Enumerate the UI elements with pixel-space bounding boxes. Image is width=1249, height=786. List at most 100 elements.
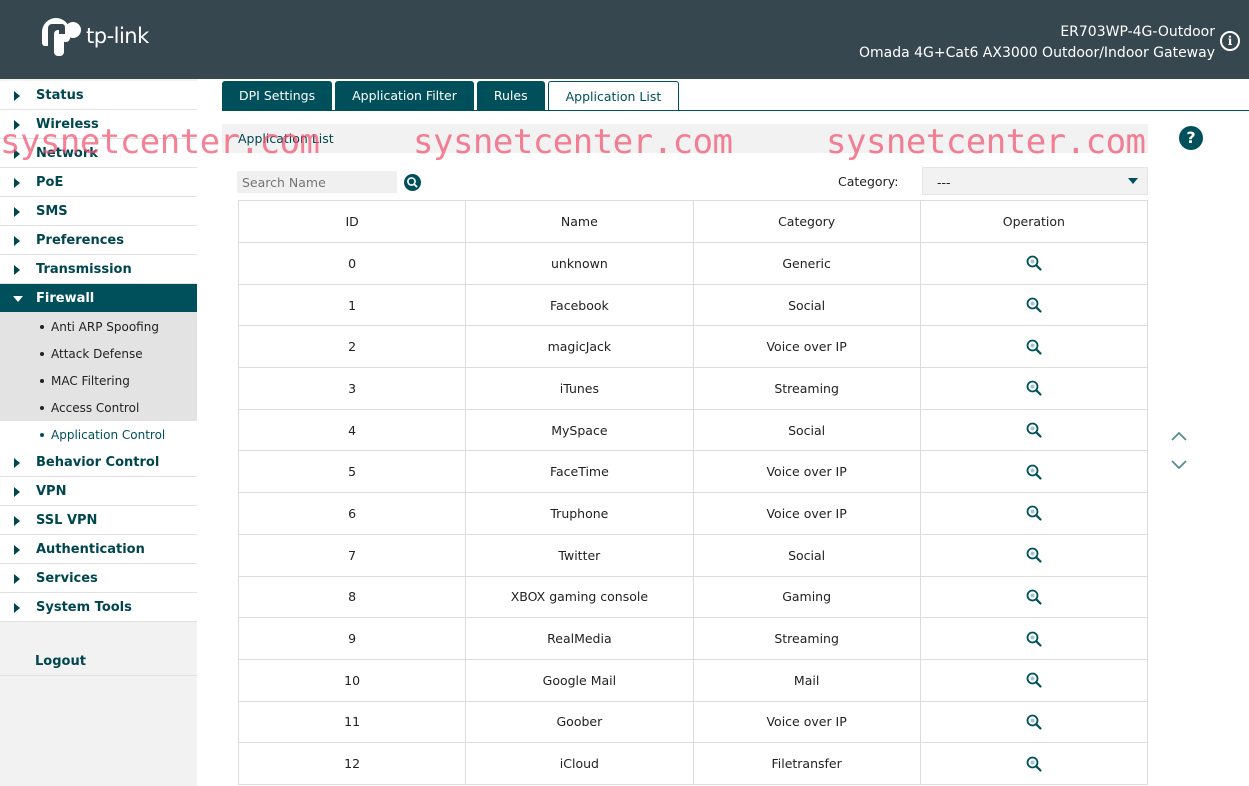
sidebar-item-transmission[interactable]: Transmission [0,255,197,284]
caret-right-icon [14,574,20,584]
search-detail-icon[interactable] [1025,755,1043,773]
cell-category: Gaming [692,575,921,619]
search-detail-icon[interactable] [1025,379,1043,397]
sidebar-item-sms[interactable]: SMS [0,197,197,226]
sidebar-item-status[interactable]: Status [0,81,197,110]
cell-category: Streaming [692,367,921,410]
question-icon[interactable]: ? [1179,126,1203,150]
cell-category: Voice over IP [692,700,921,744]
cell-operation [919,492,1149,535]
cell-id: 11 [237,700,467,744]
caret-right-icon [14,236,20,246]
sidebar-item-label: VPN [36,483,67,499]
category-select[interactable]: --- [922,167,1148,195]
sidebar-subitem-attack-defense[interactable]: Attack Defense [0,340,197,367]
sidebar-subitem-mac-filtering[interactable]: MAC Filtering [0,367,197,394]
cell-category: Generic [692,242,921,285]
cell-operation [919,658,1149,702]
caret-right-icon [14,207,20,217]
section-title: Application List [238,131,334,146]
section-header: Application List [222,124,1148,153]
cell-category: Voice over IP [692,325,921,369]
bullet-icon [40,324,44,329]
search-detail-icon[interactable] [1025,296,1043,314]
sidebar-subitem-label: Anti ARP Spoofing [51,319,159,334]
sidebar-item-ssl-vpn[interactable]: SSL VPN [0,506,197,535]
cell-name: Google Mail [465,658,694,702]
search-detail-icon[interactable] [1025,338,1043,356]
sidebar-item-vpn[interactable]: VPN [0,477,197,506]
caret-right-icon [14,516,20,526]
cell-id: 6 [237,492,467,535]
bullet-icon [40,378,44,383]
sidebar-spacer [0,622,197,647]
sidebar-item-label: Authentication [36,541,145,557]
search-detail-icon[interactable] [1025,421,1043,439]
sidebar-subitem-label: Application Control [51,427,166,442]
cell-category: Filetransfer [692,742,921,785]
cell-name: unknown [465,242,694,285]
cell-category: Social [692,283,921,327]
sidebar-subitem-application-control[interactable]: Application Control [0,421,197,448]
table-row: 2 magicJack Voice over IP [237,325,1149,369]
table-row: 7 Twitter Social [237,533,1149,577]
sidebar-item-label: Behavior Control [36,454,160,470]
cell-id: 0 [237,242,467,285]
cell-category: Streaming [692,617,921,660]
sidebar-item-wireless[interactable]: Wireless [0,110,197,139]
column-header-category: Category [692,200,921,243]
search-detail-icon[interactable] [1025,588,1043,606]
sidebar: Status Wireless Network PoE SMS Preferen… [0,79,197,786]
cell-operation [919,450,1149,494]
tab-application-filter[interactable]: Application Filter [335,81,474,110]
device-description: Omada 4G+Cat6 AX3000 Outdoor/Indoor Gate… [858,45,1215,61]
caret-right-icon [14,149,20,159]
sidebar-subitem-label: Attack Defense [51,346,143,361]
cell-operation [919,242,1149,285]
chevron-down-icon[interactable] [1170,459,1188,471]
caret-right-icon [14,545,20,555]
tab-dpi-settings[interactable]: DPI Settings [222,81,333,110]
tab-rules[interactable]: Rules [476,81,545,110]
info-icon[interactable]: i [1220,31,1240,51]
sidebar-item-authentication[interactable]: Authentication [0,535,197,564]
table-row: 9 RealMedia Streaming [237,617,1149,660]
sidebar-item-label: Wireless [36,116,99,132]
sidebar-item-behavior-control[interactable]: Behavior Control [0,448,197,477]
tp-link-logo-icon [42,18,81,56]
sidebar-subitem-access-control[interactable]: Access Control [0,394,197,421]
search-button[interactable] [404,174,421,191]
sidebar-item-firewall[interactable]: Firewall [0,284,197,313]
search-detail-icon[interactable] [1025,504,1043,522]
search-detail-icon[interactable] [1025,463,1043,481]
sidebar-subitem-anti-arp-spoofing[interactable]: Anti ARP Spoofing [0,313,197,340]
bullet-icon [40,405,44,410]
sidebar-item-label: PoE [36,174,64,190]
bullet-icon [40,432,44,437]
sidebar-subitem-label: Access Control [51,400,140,415]
sidebar-item-preferences[interactable]: Preferences [0,226,197,255]
sidebar-item-system-tools[interactable]: System Tools [0,593,197,622]
search-detail-icon[interactable] [1025,671,1043,689]
search-detail-icon[interactable] [1025,254,1043,272]
cell-id: 1 [237,283,467,327]
caret-right-icon [14,458,20,468]
cell-operation [919,325,1149,369]
sidebar-item-network[interactable]: Network [0,139,197,168]
brand-name: tp-link [86,24,149,48]
search-input[interactable] [237,171,397,193]
search-detail-icon[interactable] [1025,546,1043,564]
caret-right-icon [14,487,20,497]
cell-id: 4 [237,408,467,452]
search-detail-icon[interactable] [1025,713,1043,731]
table-row: 3 iTunes Streaming [237,367,1149,410]
logout-button[interactable]: Logout [0,647,197,676]
table-row: 12 iCloud Filetransfer [237,742,1149,785]
sidebar-item-poe[interactable]: PoE [0,168,197,197]
cell-name: iTunes [465,367,694,410]
tab-application-list[interactable]: Application List [547,81,680,111]
sidebar-item-services[interactable]: Services [0,564,197,593]
table-row: 1 Facebook Social [237,283,1149,327]
chevron-up-icon[interactable] [1170,430,1188,442]
search-detail-icon[interactable] [1025,630,1043,648]
